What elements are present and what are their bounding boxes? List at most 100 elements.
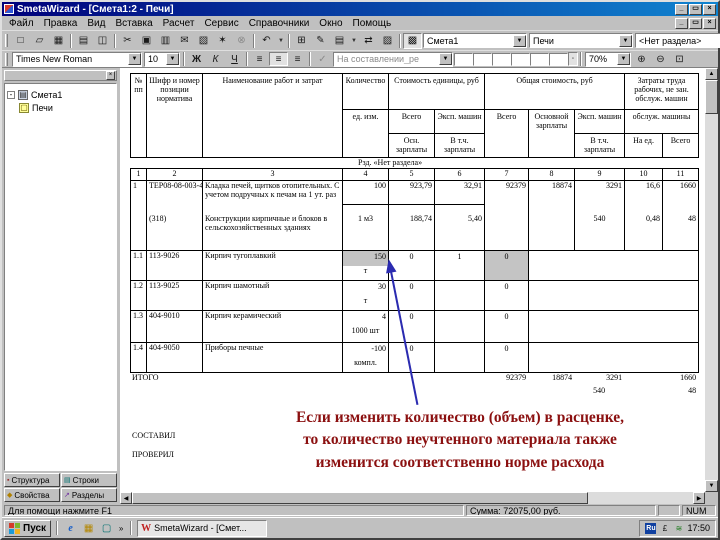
mdi-restore-icon[interactable]: ▭ xyxy=(689,17,702,29)
toolbar-grip[interactable] xyxy=(5,34,8,47)
check-button[interactable]: ✓ xyxy=(313,52,332,66)
zoom-select[interactable]: 70% ▼ xyxy=(585,51,631,67)
code-cell[interactable]: 113-9025 xyxy=(146,280,203,311)
name-cell[interactable]: Кирпич тугоплавкий xyxy=(202,250,343,281)
structure-toggle-button[interactable]: ▩ xyxy=(403,32,422,49)
cut-button[interactable]: ✂ xyxy=(118,33,137,49)
menu-help[interactable]: Помощь xyxy=(348,18,397,29)
tree-item-sheet[interactable]: ▢ Печи xyxy=(7,101,114,114)
undo-dropdown-icon[interactable]: ▼ xyxy=(276,33,286,49)
machine-cost-cell[interactable] xyxy=(434,280,485,311)
mail-button[interactable]: ✉ xyxy=(175,33,194,49)
empty-cell[interactable] xyxy=(528,342,699,373)
code-cell[interactable]: 113-9026 xyxy=(146,250,203,281)
section-select[interactable]: <Нет раздела> ▼ xyxy=(635,33,720,48)
align-left-button[interactable]: ≡ xyxy=(250,52,269,66)
menu-window[interactable]: Окно xyxy=(314,18,347,29)
menu-calc[interactable]: Расчет xyxy=(158,18,200,29)
tree-item-estimate[interactable]: - ▤ Смета1 xyxy=(7,88,114,101)
quick-launch-more-icon[interactable]: » xyxy=(117,521,125,536)
horizontal-scrollbar[interactable]: ◀ ▶ xyxy=(120,492,705,504)
name-cell[interactable]: Кладка печей, щитков отопительных. С уче… xyxy=(202,180,343,251)
quantity-cell[interactable]: 100 1 м3 xyxy=(342,180,389,251)
insert-table-button[interactable]: ⊞ xyxy=(292,33,311,49)
coefficient-cell[interactable] xyxy=(511,52,530,66)
quantity-cell[interactable]: -100 компл. xyxy=(342,342,389,373)
chevron-down-icon[interactable]: ▼ xyxy=(617,53,630,65)
unit-cost-cell[interactable]: 0 xyxy=(388,280,435,311)
properties-button[interactable]: ▨ xyxy=(378,33,397,49)
base-wage-cell[interactable]: 18874 xyxy=(528,180,575,251)
unit-cost-cell[interactable]: 0 xyxy=(388,310,435,343)
labor-per-unit-cell[interactable]: 16,6 0,48 xyxy=(624,180,663,251)
scroll-up-icon[interactable]: ▲ xyxy=(705,68,718,80)
font-select[interactable]: Times New Roman ▼ xyxy=(12,51,142,67)
quantity-cell[interactable]: 30 т xyxy=(342,280,389,311)
align-right-button[interactable]: ≡ xyxy=(288,52,307,66)
menu-insert[interactable]: Вставка xyxy=(110,18,157,29)
paste-button[interactable]: ▥ xyxy=(156,33,175,49)
menu-file[interactable]: Файл xyxy=(4,18,39,29)
sheet-button[interactable]: ▧ xyxy=(194,33,213,49)
tab-sections[interactable]: ↗ Разделы xyxy=(61,488,117,502)
insert-rows-button[interactable]: ▤ xyxy=(330,33,349,49)
sheet-select[interactable]: Печи ▼ xyxy=(529,33,633,48)
tray-icon[interactable]: ≋ xyxy=(673,523,684,534)
save-button[interactable]: ▦ xyxy=(49,33,68,49)
tab-properties[interactable]: ◆ Свойства xyxy=(4,488,60,502)
mdi-minimize-icon[interactable]: _ xyxy=(675,17,688,29)
name-cell[interactable]: Приборы печные xyxy=(202,342,343,373)
underline-button[interactable]: Ч xyxy=(225,52,244,66)
total-cost-cell[interactable]: 0 xyxy=(484,310,529,343)
chevron-down-icon[interactable]: ▼ xyxy=(513,34,526,47)
maximize-icon[interactable]: ▭ xyxy=(689,3,702,15)
language-indicator-icon[interactable]: Ru xyxy=(645,522,657,534)
menu-references[interactable]: Справочники xyxy=(244,18,315,29)
align-center-button[interactable]: ≡ xyxy=(269,52,288,66)
name-cell[interactable]: Кирпич шамотный xyxy=(202,280,343,311)
coefficient-cell[interactable] xyxy=(492,52,511,66)
panel-close-icon[interactable]: × xyxy=(106,71,115,80)
coefficient-cell[interactable] xyxy=(473,52,492,66)
chevron-down-icon[interactable]: ▼ xyxy=(619,34,632,47)
unit-cost-cell[interactable]: 0 xyxy=(388,342,435,373)
empty-cell[interactable] xyxy=(528,280,699,311)
move-button[interactable]: ⇄ xyxy=(359,33,378,49)
quantity-cell-selected[interactable]: 150 т xyxy=(342,250,389,281)
open-button[interactable]: ▱ xyxy=(30,33,49,49)
row-number-cell[interactable]: 1.2 xyxy=(130,280,147,311)
code-cell[interactable]: 404-9010 xyxy=(146,310,203,343)
scroll-left-icon[interactable]: ◀ xyxy=(120,492,132,504)
horizontal-scroll-thumb[interactable] xyxy=(132,492,589,504)
menu-service[interactable]: Сервис xyxy=(199,18,243,29)
scroll-down-icon[interactable]: ▼ xyxy=(705,480,718,492)
unit-cost-cell[interactable]: 923,79 188,74 xyxy=(388,180,435,251)
mail-shortcut-icon[interactable]: ▦ xyxy=(81,521,96,536)
zoom-fit-button[interactable]: ⊡ xyxy=(670,52,689,66)
scroll-right-icon[interactable]: ▶ xyxy=(693,492,705,504)
tab-structure[interactable]: ▪ Структура xyxy=(4,473,60,487)
total-cost-cell-selected[interactable]: 0 xyxy=(484,250,529,281)
show-desktop-icon[interactable]: ▢ xyxy=(99,521,114,536)
zoom-in-button[interactable]: ⊕ xyxy=(632,52,651,66)
coefficient-cell[interactable] xyxy=(454,52,473,66)
draw-button[interactable]: ✎ xyxy=(311,33,330,49)
wizard-button[interactable]: ✶ xyxy=(213,33,232,49)
menu-view[interactable]: Вид xyxy=(82,18,110,29)
link-button[interactable]: ⊗ xyxy=(232,33,251,49)
empty-cell[interactable] xyxy=(528,250,699,281)
row-number-cell[interactable]: 1.3 xyxy=(130,310,147,343)
machine-cost-cell[interactable] xyxy=(434,342,485,373)
code-cell[interactable]: 404-9050 xyxy=(146,342,203,373)
tray-icon[interactable]: £ xyxy=(659,523,670,534)
zoom-out-button[interactable]: ⊖ xyxy=(651,52,670,66)
close-icon[interactable]: × xyxy=(703,3,716,15)
chevron-down-icon[interactable]: ▼ xyxy=(166,53,179,65)
vertical-scrollbar[interactable]: ▲ ▼ xyxy=(705,68,718,492)
bold-button[interactable]: Ж xyxy=(187,52,206,66)
internet-explorer-icon[interactable]: e xyxy=(63,521,78,536)
name-cell[interactable]: Кирпич керамический xyxy=(202,310,343,343)
coefficient-cell[interactable] xyxy=(530,52,549,66)
menu-edit[interactable]: Правка xyxy=(39,18,83,29)
estimate-select[interactable]: Смета1 ▼ xyxy=(423,33,527,48)
